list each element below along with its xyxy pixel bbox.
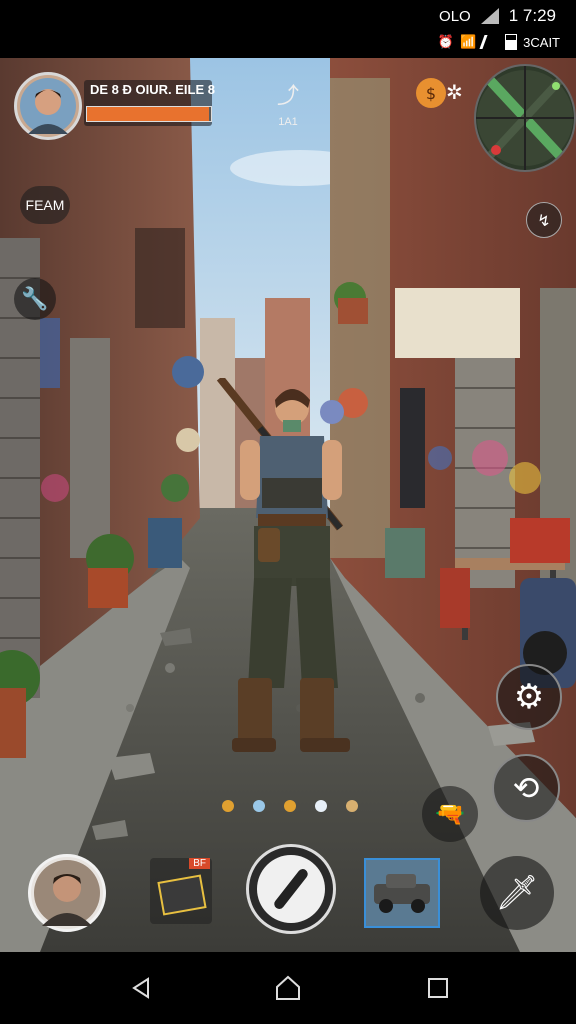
gear-icon: ⚙ bbox=[513, 677, 545, 717]
home-button[interactable] bbox=[270, 970, 306, 1006]
page-dot bbox=[222, 800, 234, 812]
knife-icon: 🗡 bbox=[495, 873, 539, 913]
ammo-box-icon bbox=[157, 874, 207, 916]
weapon-icon-bg bbox=[257, 855, 325, 923]
vehicle-slot[interactable] bbox=[364, 858, 440, 928]
health-bar-fill bbox=[87, 107, 209, 121]
network-text: 3CAIT bbox=[523, 34, 560, 50]
sprint-button[interactable]: ↯ bbox=[526, 202, 562, 238]
inventory-slot-1[interactable]: BF bbox=[150, 858, 212, 924]
primary-weapon-button[interactable] bbox=[246, 844, 336, 934]
settings-button[interactable]: ⚙ bbox=[496, 664, 562, 730]
sprint-icon: ↯ bbox=[537, 210, 551, 230]
wifi-icon: 📶 bbox=[459, 34, 477, 50]
weapon-swap-button[interactable]: 🔫 bbox=[422, 786, 478, 842]
recents-button[interactable] bbox=[420, 970, 456, 1006]
wrench-icon: 🔧 bbox=[21, 286, 49, 312]
game-viewport[interactable]: DE 8 Ð OIUR. EILE 8 FEAM 🔧 ⤴ 1A1 $ ✲ ↯ ⚙… bbox=[0, 58, 576, 952]
minimap-roads bbox=[476, 66, 574, 170]
character-portrait-icon bbox=[34, 860, 100, 926]
skill-button[interactable]: 🔧 bbox=[14, 278, 56, 320]
page-dot bbox=[284, 800, 296, 812]
page-dot bbox=[315, 800, 327, 812]
direction-arrow-icon: ⤴ bbox=[276, 84, 299, 109]
carrier-text: OLO bbox=[439, 7, 471, 25]
coin-bag-button[interactable]: $ bbox=[416, 78, 446, 108]
character-portrait-button[interactable] bbox=[28, 854, 106, 932]
back-triangle-icon bbox=[132, 977, 149, 999]
minimap[interactable] bbox=[474, 64, 576, 172]
compass-label: 1A1 bbox=[278, 116, 298, 128]
player-avatar[interactable] bbox=[14, 72, 82, 140]
recents-square-icon bbox=[428, 978, 448, 998]
settings-small-icon[interactable]: ✲ bbox=[446, 80, 463, 104]
page-dot bbox=[253, 800, 265, 812]
slot-card-label: BF bbox=[189, 858, 210, 869]
attack-button[interactable]: 🗡 bbox=[480, 856, 554, 930]
reload-icon: ⟲ bbox=[512, 769, 540, 807]
player-character[interactable] bbox=[200, 378, 360, 758]
zone-badge[interactable]: FEAM bbox=[20, 186, 70, 224]
reload-button[interactable]: ⟲ bbox=[492, 754, 560, 822]
signal-icon bbox=[480, 8, 499, 24]
battery-icon bbox=[505, 34, 518, 50]
home-icon bbox=[276, 975, 300, 1000]
alarm-icon: ⏰ bbox=[437, 34, 454, 50]
page-indicator bbox=[222, 800, 358, 814]
armored-car-icon bbox=[374, 874, 430, 913]
pistol-icon: 🔫 bbox=[435, 800, 465, 828]
clock: 1 7:29 bbox=[508, 6, 556, 25]
health-bar bbox=[86, 106, 212, 122]
zone-label: FEAM bbox=[25, 197, 65, 213]
back-button[interactable] bbox=[124, 970, 160, 1006]
blade-icon bbox=[272, 867, 310, 911]
android-nav-bar bbox=[0, 952, 576, 1024]
status-bar: OLO 1 7:29 ⏰ 📶 3CAIT bbox=[0, 0, 576, 58]
mute-icon bbox=[479, 35, 502, 49]
player-portrait-icon bbox=[20, 78, 76, 134]
player-info-panel: DE 8 Ð OIUR. EILE 8 bbox=[84, 80, 215, 126]
player-name: DE 8 Ð OIUR. EILE 8 bbox=[90, 82, 215, 97]
coin-bag-icon: $ bbox=[425, 83, 437, 103]
compass-indicator: ⤴ 1A1 bbox=[268, 78, 308, 138]
page-dot bbox=[346, 800, 358, 812]
